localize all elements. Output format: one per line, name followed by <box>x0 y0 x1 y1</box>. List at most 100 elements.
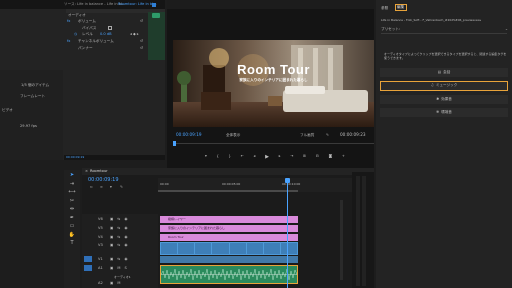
rectangle-tool-icon[interactable]: ▭ <box>70 224 75 229</box>
track-row-a2: A2 ▣ M <box>98 280 158 287</box>
timeline-timecode[interactable]: 00:00:09:19 <box>88 178 119 183</box>
eye-icon[interactable]: ◉ <box>124 243 127 248</box>
linked-icon[interactable]: ∞ <box>100 185 103 190</box>
mark-in-icon[interactable]: ▾ <box>205 155 207 159</box>
tab-roomtour[interactable]: Roomtour: Life in bl... <box>118 2 157 7</box>
video-thumb <box>229 243 246 254</box>
level-value[interactable]: 0.0 dB <box>100 32 112 37</box>
insert-icon[interactable]: ⊞ <box>303 155 306 159</box>
mute-icon[interactable]: M <box>117 281 120 286</box>
row-volume[interactable]: ボリューム <box>78 19 96 24</box>
lock-icon[interactable]: ▣ <box>110 281 113 286</box>
clip-room-tour[interactable]: Room Tour <box>160 234 298 241</box>
project-col-video: ビデオ <box>2 108 13 112</box>
reset-icon[interactable]: ↺ <box>140 19 143 24</box>
transport-controls: ▾ { } ⇤ ◂ ▶ ▸ ⇥ ⊞ ⊟ ◙ + <box>205 153 345 161</box>
fx-badge[interactable] <box>152 13 160 18</box>
work-area-bar[interactable] <box>158 190 298 192</box>
razor-tool-icon[interactable]: ✂ <box>70 198 74 204</box>
monitor-scrub-bar[interactable] <box>173 143 374 144</box>
snap-icon[interactable]: ⊂ <box>90 185 93 190</box>
clip-title-layer[interactable]: 縦横レイヤー <box>160 216 298 223</box>
lock-icon[interactable]: ▣ <box>110 266 113 271</box>
selection-tool-icon[interactable]: ➤ <box>70 173 74 178</box>
type-button-sfx[interactable]: ✱ 効果音 <box>380 95 508 104</box>
overwrite-icon[interactable]: ⊟ <box>316 155 319 159</box>
sync-icon[interactable]: ⇆ <box>117 257 120 262</box>
mute-icon[interactable]: M <box>117 266 120 271</box>
sequence-tab[interactable]: Roomtour <box>90 169 108 174</box>
source-patch-a1[interactable] <box>84 265 92 271</box>
clip-video-strip[interactable] <box>160 242 298 255</box>
track-select-tool-icon[interactable]: ⇥ <box>70 181 74 187</box>
row-bypass[interactable]: バイパス <box>82 26 96 31</box>
preset-dropdown[interactable] <box>381 33 507 34</box>
row-channel-volume[interactable]: チャンネルボリューム <box>78 39 114 44</box>
go-to-in-icon[interactable]: ⇤ <box>241 155 244 159</box>
reset-icon-3[interactable]: ↺ <box>140 46 143 51</box>
eye-icon[interactable]: ◉ <box>124 257 127 262</box>
wrench-settings-icon[interactable]: ✎ <box>120 185 123 190</box>
fit-dropdown[interactable]: 全体表示 <box>226 133 240 138</box>
stopwatch-icon[interactable]: ◷ <box>74 32 77 37</box>
mark-out-icon[interactable]: { <box>217 155 219 159</box>
lock-icon[interactable]: ▣ <box>110 226 113 231</box>
bypass-checkbox[interactable] <box>108 26 112 30</box>
sequence-close-icon[interactable]: × <box>85 169 88 174</box>
marker-icon[interactable]: ▾ <box>110 185 112 190</box>
type-button-music[interactable]: ♫ ミュージック <box>380 81 508 91</box>
ruler-label-1: 00:00:05:00 <box>222 182 241 186</box>
camera-icon[interactable]: ◙ <box>329 155 333 159</box>
tab-source[interactable]: ソース: Life in balance - Life in bl... <box>64 2 125 7</box>
ripple-edit-tool-icon[interactable]: ⟷ <box>68 190 75 195</box>
type-button-ambience[interactable]: ❋ 環境音 <box>380 108 508 117</box>
lock-icon[interactable]: ▣ <box>110 243 113 248</box>
program-timecode[interactable]: 00:00:09:19 <box>176 132 202 137</box>
clip-video-v1[interactable] <box>160 256 298 263</box>
step-back-icon[interactable]: ◂ <box>253 155 255 159</box>
row-level[interactable]: レベル <box>82 32 93 37</box>
tab-browse[interactable]: 参照 <box>381 6 388 11</box>
eye-icon[interactable]: ◉ <box>124 226 127 231</box>
sync-icon[interactable]: ⇆ <box>117 217 120 222</box>
audio-meter-left <box>356 176 360 286</box>
timeline-playhead-handle[interactable] <box>285 178 290 183</box>
sync-icon[interactable]: ⇆ <box>117 235 120 240</box>
hand-tool-icon[interactable]: ✋ <box>69 232 75 238</box>
fx-toggle-icon-2[interactable]: fx <box>67 39 70 44</box>
chevron-down-icon[interactable]: ⌄ <box>505 27 508 32</box>
video-thumb <box>212 243 229 254</box>
row-panner[interactable]: パンナー <box>78 46 93 51</box>
lock-icon[interactable]: ▣ <box>110 217 113 222</box>
pen-tool-icon[interactable]: ✒ <box>70 215 74 221</box>
clip-audio-a1[interactable] <box>160 265 298 284</box>
timeline-scrollbar[interactable] <box>340 200 343 280</box>
lock-icon[interactable]: ▣ <box>110 257 113 262</box>
solo-icon[interactable]: S <box>125 266 127 271</box>
effect-controls-timecode: 00:00:09:19 <box>66 155 85 159</box>
eye-icon[interactable]: ◉ <box>124 217 127 222</box>
timeline-tabbar <box>82 168 374 175</box>
tab-close-icon[interactable] <box>152 3 156 7</box>
fx-toggle-icon[interactable]: fx <box>67 19 70 24</box>
timeline-playhead[interactable] <box>287 179 288 288</box>
step-forward-icon[interactable]: ▸ <box>279 155 281 159</box>
slip-tool-icon[interactable]: ⇹ <box>70 207 74 212</box>
keyframe-nav[interactable]: ◂ ◆ ▸ <box>130 32 139 37</box>
type-tool-icon[interactable]: T <box>70 241 73 246</box>
type-button-dialogue[interactable]: ▤ 会話 <box>380 68 508 77</box>
go-to-out-icon[interactable]: ⇥ <box>290 155 293 159</box>
mark-clip-icon[interactable]: } <box>229 155 231 159</box>
source-patch-v1[interactable] <box>84 256 92 262</box>
wrench-icon[interactable]: ✎ <box>326 133 329 138</box>
monitor-playhead[interactable] <box>173 141 176 146</box>
sync-icon[interactable]: ⇆ <box>117 226 120 231</box>
reset-icon-2[interactable]: ↺ <box>140 39 143 44</box>
lock-icon[interactable]: ▣ <box>110 235 113 240</box>
eye-icon[interactable]: ◉ <box>124 235 127 240</box>
play-icon[interactable]: ▶ <box>265 154 269 160</box>
sync-icon[interactable]: ⇆ <box>117 243 120 248</box>
quality-dropdown[interactable]: フル画質 <box>300 133 314 138</box>
add-button-icon[interactable]: + <box>342 155 345 159</box>
clip-subtitle[interactable]: 家族に入りのインテリアに囲まれた暮らし <box>160 225 298 232</box>
